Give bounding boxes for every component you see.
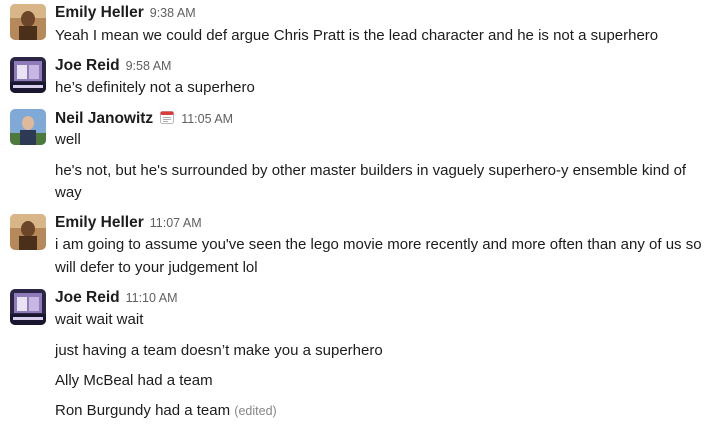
message-text: he’s definitely not a superhero (55, 79, 255, 96)
timestamp[interactable]: 11:05 AM (181, 112, 233, 126)
avatar[interactable] (10, 289, 46, 325)
avatar[interactable] (10, 57, 46, 93)
message-header: Emily Heller 9:38 AM (55, 4, 196, 26)
author-name[interactable]: Emily Heller (55, 4, 144, 21)
message-text: wait wait wait (55, 311, 144, 328)
message-text: i am going to assume you've seen the leg… (55, 236, 702, 253)
message-text: just having a team doesn’t make you a su… (55, 342, 383, 359)
message-text: Yeah I mean we could def argue Chris Pra… (55, 27, 659, 44)
author-name[interactable]: Joe Reid (55, 289, 120, 306)
timestamp[interactable]: 11:07 AM (150, 216, 202, 230)
message-header: Joe Reid 11:10 AM (55, 289, 178, 311)
calendar-icon[interactable] (159, 109, 175, 125)
author-name[interactable]: Joe Reid (55, 57, 120, 74)
timestamp[interactable]: 9:58 AM (126, 59, 172, 73)
timestamp[interactable]: 11:10 AM (126, 291, 178, 305)
message-header: Neil Janowitz 11:05 AM (55, 109, 233, 131)
edited-label: (edited) (234, 404, 277, 418)
message-header: Emily Heller 11:07 AM (55, 214, 202, 236)
message-header: Joe Reid 9:58 AM (55, 57, 171, 79)
author-name[interactable]: Emily Heller (55, 214, 144, 231)
avatar[interactable] (10, 109, 46, 145)
message-text: Ally McBeal had a team (55, 372, 213, 389)
timestamp[interactable]: 9:38 AM (150, 6, 196, 20)
avatar[interactable] (10, 214, 46, 250)
message-text-content: Ron Burgundy had a team (55, 402, 231, 419)
message-text: will defer to your judgement lol (55, 259, 258, 276)
message-text: way (55, 184, 82, 201)
message-text: Ron Burgundy had a team (edited) (55, 400, 277, 422)
message-text: he's not, but he's surrounded by other m… (55, 162, 687, 179)
avatar[interactable] (10, 4, 46, 40)
author-name[interactable]: Neil Janowitz (55, 110, 153, 127)
message-text: well (55, 131, 81, 148)
